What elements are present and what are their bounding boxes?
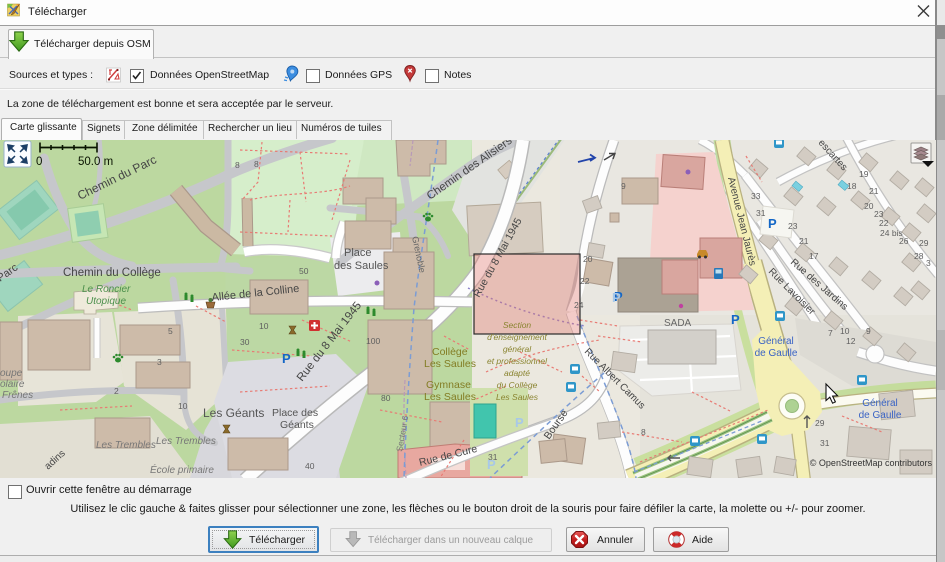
svg-text:28: 28 (914, 251, 924, 261)
svg-text:24: 24 (574, 300, 584, 310)
svg-text:Général: Général (862, 398, 898, 409)
svg-text:31: 31 (488, 452, 498, 462)
svg-text:100: 100 (366, 336, 380, 346)
svg-text:29: 29 (919, 238, 929, 248)
svg-text:École primaire: École primaire (150, 463, 214, 476)
svg-text:20: 20 (583, 254, 593, 264)
svg-text:31: 31 (820, 438, 830, 448)
svg-text:2: 2 (114, 386, 119, 396)
svg-text:des Saules: des Saules (334, 260, 389, 272)
svg-text:10: 10 (840, 326, 850, 336)
svg-text:30: 30 (240, 337, 250, 347)
svg-text:Les Saules: Les Saules (496, 392, 539, 402)
svg-text:Les Saules: Les Saules (424, 358, 476, 370)
svg-text:3: 3 (926, 258, 931, 268)
svg-text:général: général (503, 344, 532, 354)
svg-text:80: 80 (381, 393, 391, 403)
svg-text:Place: Place (344, 247, 372, 259)
svg-text:de Gaulle: de Gaulle (859, 410, 902, 421)
svg-text:18: 18 (847, 181, 857, 191)
svg-text:26: 26 (899, 236, 909, 246)
svg-text:Chemin du Collège: Chemin du Collège (63, 267, 161, 279)
svg-text:de Gaulle: de Gaulle (755, 348, 798, 359)
svg-text:P: P (731, 312, 740, 327)
svg-text:12: 12 (846, 336, 856, 346)
svg-text:33: 33 (751, 191, 761, 201)
svg-text:23: 23 (788, 221, 798, 231)
svg-text:8: 8 (641, 427, 646, 437)
svg-text:22: 22 (879, 218, 889, 228)
svg-text:P: P (515, 415, 524, 430)
svg-text:17: 17 (809, 251, 819, 261)
svg-text:Section: Section (503, 320, 532, 330)
svg-text:0: 0 (36, 156, 42, 168)
svg-text:8: 8 (235, 160, 240, 170)
svg-text:et professionnel: et professionnel (487, 356, 548, 366)
svg-text:P: P (768, 216, 777, 231)
svg-text:Frênes: Frênes (2, 390, 33, 401)
svg-text:29: 29 (815, 418, 825, 428)
svg-text:P: P (612, 290, 621, 305)
svg-text:Les Trembles: Les Trembles (96, 440, 156, 451)
svg-text:9: 9 (621, 181, 626, 191)
svg-text:du Collège: du Collège (497, 380, 538, 390)
svg-text:19: 19 (859, 169, 869, 179)
svg-text:Les Géants: Les Géants (203, 406, 264, 420)
svg-text:21: 21 (869, 186, 879, 196)
svg-text:P: P (282, 351, 291, 366)
svg-text:Les Saules: Les Saules (424, 391, 476, 403)
svg-text:Place des: Place des (272, 407, 318, 419)
svg-text:SADA: SADA (664, 318, 692, 329)
svg-text:oupe: oupe (0, 368, 23, 379)
svg-text:9: 9 (866, 326, 871, 336)
svg-text:50.0 m: 50.0 m (78, 156, 113, 168)
svg-text:Utopique: Utopique (86, 296, 126, 307)
svg-text:Général: Général (758, 336, 794, 347)
svg-text:5: 5 (168, 326, 173, 336)
svg-text:Géants: Géants (280, 419, 314, 431)
svg-text:20: 20 (864, 201, 874, 211)
svg-text:Le Roncier: Le Roncier (82, 284, 131, 295)
svg-text:40: 40 (305, 461, 315, 471)
svg-text:3: 3 (157, 357, 162, 367)
svg-text:10: 10 (178, 401, 188, 411)
svg-text:22: 22 (580, 276, 590, 286)
svg-text:adapté: adapté (504, 368, 530, 378)
svg-text:21: 21 (799, 236, 809, 246)
svg-text:d'enseignement: d'enseignement (487, 332, 547, 342)
svg-text:Les Trembles: Les Trembles (156, 436, 216, 447)
svg-text:© OpenStreetMap contributors: © OpenStreetMap contributors (810, 458, 933, 468)
svg-text:Collège: Collège (432, 346, 468, 358)
svg-text:Gymnase: Gymnase (426, 379, 471, 391)
svg-text:50: 50 (299, 266, 309, 276)
svg-text:31: 31 (756, 208, 766, 218)
svg-text:10: 10 (259, 321, 269, 331)
svg-text:8: 8 (254, 159, 259, 169)
svg-text:7: 7 (828, 328, 833, 338)
svg-text:olaire: olaire (0, 379, 25, 390)
